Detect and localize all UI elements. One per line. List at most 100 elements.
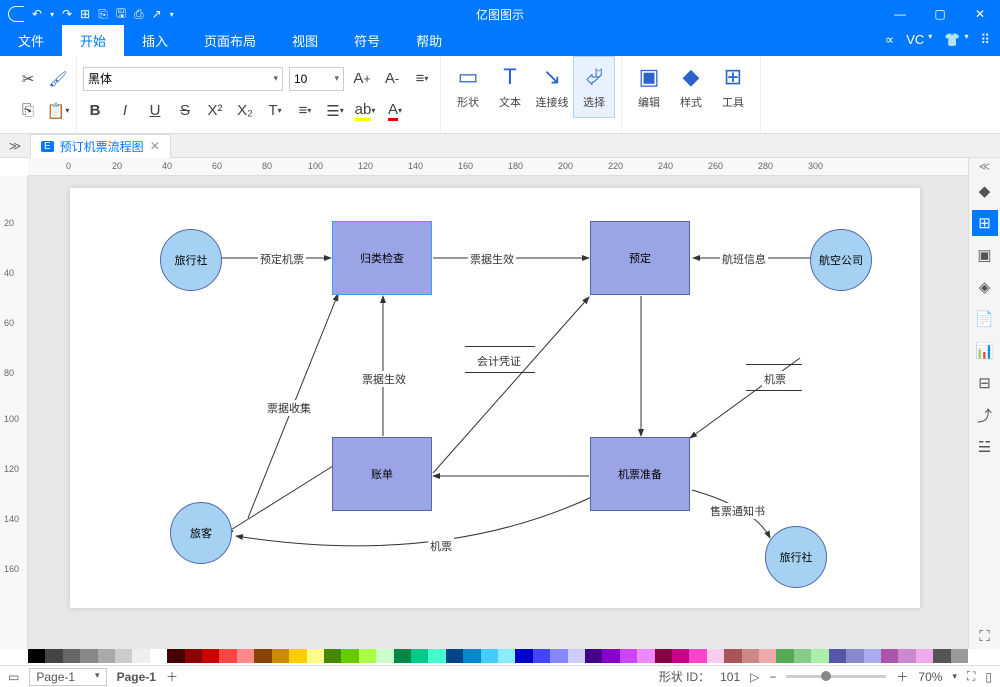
undo-icon[interactable]: ↶: [32, 7, 42, 21]
color-swatch[interactable]: [742, 649, 759, 663]
edit-tool[interactable]: ▣编辑: [628, 56, 670, 118]
color-swatch[interactable]: [237, 649, 254, 663]
connector-tool[interactable]: ↘连接线: [531, 56, 573, 118]
color-swatch[interactable]: [341, 649, 358, 663]
table-panel-icon[interactable]: ⊟: [972, 370, 998, 396]
shape-tool[interactable]: ▭形状: [447, 56, 489, 118]
format-painter-icon[interactable]: 🖌: [46, 67, 70, 91]
style-tool[interactable]: ◆样式: [670, 56, 712, 118]
node-ticket-prep[interactable]: 机票准备: [590, 437, 690, 511]
color-swatch[interactable]: [28, 649, 45, 663]
page-panel-icon[interactable]: 📄: [972, 306, 998, 332]
font-family-select[interactable]: 黑体▾: [83, 67, 283, 91]
export-dropdown-icon[interactable]: ▾: [170, 10, 174, 19]
menu-help[interactable]: 帮助: [398, 25, 460, 56]
font-size-select[interactable]: 10▾: [289, 67, 344, 91]
color-swatch[interactable]: [411, 649, 428, 663]
export-panel-icon[interactable]: ⤴: [972, 402, 998, 428]
color-swatch[interactable]: [219, 649, 236, 663]
close-tab-icon[interactable]: ✕: [150, 139, 160, 153]
color-swatch[interactable]: [916, 649, 933, 663]
color-swatch[interactable]: [724, 649, 741, 663]
fit-icon[interactable]: ⛶: [967, 669, 975, 684]
color-swatch[interactable]: [498, 649, 515, 663]
color-swatch[interactable]: [115, 649, 132, 663]
color-swatch[interactable]: [602, 649, 619, 663]
color-swatch[interactable]: [481, 649, 498, 663]
italic-icon[interactable]: I: [113, 99, 137, 123]
export-icon[interactable]: ↗: [152, 7, 162, 21]
canvas-area[interactable]: 旅行社 航空公司 旅客 旅行社 归类检查 预定 账单 机票准备 预定机票 票据生…: [28, 176, 968, 649]
color-swatch[interactable]: [655, 649, 672, 663]
color-swatch[interactable]: [933, 649, 950, 663]
node-traveler[interactable]: 旅客: [170, 502, 232, 564]
color-swatch[interactable]: [428, 649, 445, 663]
outline-icon[interactable]: ▭: [8, 670, 19, 684]
collapse-side-icon[interactable]: ≪: [979, 160, 991, 173]
color-swatch[interactable]: [324, 649, 341, 663]
color-swatch[interactable]: [533, 649, 550, 663]
color-swatch[interactable]: [80, 649, 97, 663]
fill-panel-icon[interactable]: ◆: [972, 178, 998, 204]
menu-insert[interactable]: 插入: [124, 25, 186, 56]
menu-page[interactable]: 页面布局: [186, 25, 274, 56]
color-swatch[interactable]: [202, 649, 219, 663]
color-swatch[interactable]: [376, 649, 393, 663]
text-tool[interactable]: T文本: [489, 56, 531, 118]
fullscreen-panel-icon[interactable]: ⛶: [972, 623, 998, 649]
canvas-page[interactable]: 旅行社 航空公司 旅客 旅行社 归类检查 预定 账单 机票准备 预定机票 票据生…: [70, 188, 920, 608]
color-swatch[interactable]: [515, 649, 532, 663]
apps-icon[interactable]: ⠿: [980, 32, 990, 48]
color-bar[interactable]: [28, 649, 968, 665]
decrease-font-icon[interactable]: A-: [380, 67, 404, 91]
node-classify-check[interactable]: 归类检查: [332, 221, 432, 295]
menu-view[interactable]: 视图: [274, 25, 336, 56]
text-effect-icon[interactable]: T▾: [263, 99, 287, 123]
maximize-button[interactable]: ▢: [920, 0, 960, 28]
image-panel-icon[interactable]: ▣: [972, 242, 998, 268]
expand-panel-icon[interactable]: ≫: [0, 139, 30, 153]
superscript-icon[interactable]: X²: [203, 99, 227, 123]
one-page-icon[interactable]: ▯: [985, 670, 992, 684]
page-tab[interactable]: Page-1: [117, 670, 156, 684]
redo-icon[interactable]: ↷: [62, 7, 72, 21]
cut-icon[interactable]: ✂: [16, 67, 40, 91]
document-tab[interactable]: E 预订机票流程图 ✕: [30, 134, 171, 158]
play-icon[interactable]: ▷: [750, 670, 759, 684]
arrange-panel-icon[interactable]: ☱: [972, 434, 998, 460]
color-swatch[interactable]: [307, 649, 324, 663]
bullets-icon[interactable]: ☰▾: [323, 99, 347, 123]
color-swatch[interactable]: [289, 649, 306, 663]
menu-home[interactable]: 开始: [62, 25, 124, 56]
color-swatch[interactable]: [620, 649, 637, 663]
zoom-in-icon[interactable]: ＋: [896, 668, 908, 685]
color-swatch[interactable]: [132, 649, 149, 663]
color-swatch[interactable]: [394, 649, 411, 663]
color-swatch[interactable]: [794, 649, 811, 663]
close-button[interactable]: ✕: [960, 0, 1000, 28]
zoom-out-icon[interactable]: −: [769, 670, 776, 684]
color-swatch[interactable]: [811, 649, 828, 663]
line-spacing-icon[interactable]: ≡▾: [293, 99, 317, 123]
subscript-icon[interactable]: X₂: [233, 99, 257, 123]
node-travel-agency[interactable]: 旅行社: [160, 229, 222, 291]
add-page-icon[interactable]: ＋: [166, 668, 178, 685]
page-select[interactable]: Page-1▾: [29, 668, 106, 686]
color-swatch[interactable]: [568, 649, 585, 663]
paste-icon[interactable]: 📋▾: [46, 99, 70, 123]
color-swatch[interactable]: [637, 649, 654, 663]
color-swatch[interactable]: [359, 649, 376, 663]
share-icon[interactable]: ∝: [885, 32, 894, 48]
menu-symbol[interactable]: 符号: [336, 25, 398, 56]
strike-icon[interactable]: S: [173, 99, 197, 123]
color-swatch[interactable]: [150, 649, 167, 663]
color-swatch[interactable]: [463, 649, 480, 663]
new-icon[interactable]: ⊞: [80, 7, 90, 21]
vc-label[interactable]: VC: [906, 32, 924, 48]
color-swatch[interactable]: [707, 649, 724, 663]
color-swatch[interactable]: [254, 649, 271, 663]
color-swatch[interactable]: [881, 649, 898, 663]
color-swatch[interactable]: [672, 649, 689, 663]
open-icon[interactable]: ⎘: [98, 7, 108, 22]
shapes-panel-icon[interactable]: ⊞: [972, 210, 998, 236]
